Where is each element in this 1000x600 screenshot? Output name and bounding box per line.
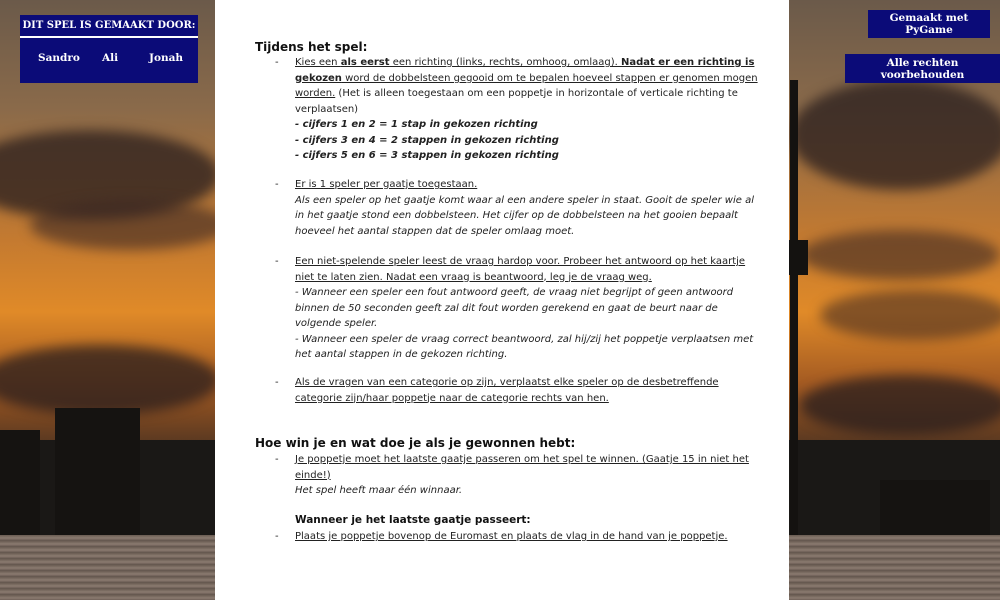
- rule-item-question: - Een niet-spelende speler leest de vraa…: [275, 254, 765, 363]
- rule-item-category: - Als de vragen van een categorie op zij…: [275, 375, 765, 406]
- section-title-how-to-win: Hoe win je en wat doe je als je gewonnen…: [255, 436, 576, 450]
- rule-euromast-main: Plaats je poppetje bovenop de Euromast e…: [295, 531, 728, 542]
- credits-panel: DIT SPEL IS GEMAAKT DOOR: Sandro Ali Jon…: [20, 15, 198, 83]
- rule-direction-text-2: als eerst: [340, 57, 390, 68]
- credits-divider: [20, 36, 198, 38]
- dice-rule-3: - cijfers 5 en 6 = 3 stappen in gekozen …: [295, 150, 559, 161]
- rule-question-right: - Wanneer een speler de vraag correct be…: [295, 333, 754, 361]
- credit-name-sandro: Sandro: [38, 52, 80, 64]
- rule-win-main: Je poppetje moet het laatste gaatje pass…: [295, 454, 749, 481]
- credits-title: DIT SPEL IS GEMAAKT DOOR:: [22, 20, 196, 31]
- rule-item-euromast: - Plaats je poppetje bovenop de Euromast…: [275, 529, 765, 545]
- rule-direction-text-3: een richting (links, rechts, omhoog, oml…: [389, 57, 621, 68]
- rule-win-detail: Het spel heeft maar één winnaar.: [295, 485, 463, 496]
- dice-rule-2: - cijfers 3 en 4 = 2 stappen in gekozen …: [295, 134, 559, 146]
- rule-question-main: Een niet-spelende speler leest de vraag …: [295, 256, 746, 283]
- rule-one-player-detail: Als een speler op het gaatje komt waar a…: [295, 194, 754, 237]
- rule-category-main: Als de vragen van een categorie op zijn,…: [295, 377, 719, 404]
- rule-one-player-main: Er is 1 speler per gaatje toegestaan.: [295, 179, 478, 190]
- rule-direction-text-6: (Het is alleen toegestaan om een poppetj…: [295, 88, 738, 115]
- dice-rule-1: - cijfers 1 en 2 = 1 stap in gekozen ric…: [295, 119, 538, 130]
- rule-item-one-player: - Er is 1 speler per gaatje toegestaan. …: [275, 177, 765, 239]
- rule-item-direction: - Kies een als eerst een richting (links…: [275, 55, 765, 164]
- rights-badge: Alle rechten voorbehouden: [845, 54, 1000, 83]
- section-title-during-game: Tijdens het spel:: [255, 40, 368, 54]
- rule-item-win: - Je poppetje moet het laatste gaatje pa…: [275, 452, 765, 499]
- pygame-badge: Gemaakt met PyGame: [868, 10, 990, 38]
- rules-document: Tijdens het spel: - Kies een als eerst e…: [215, 0, 789, 600]
- rule-question-wrong: - Wanneer een speler een fout antwoord g…: [295, 287, 734, 329]
- subsection-title-last-hole: Wanneer je het laatste gaatje passeert:: [295, 514, 531, 526]
- rule-direction-text-1: Kies een: [295, 57, 341, 68]
- credit-name-ali: Ali: [102, 52, 119, 64]
- credit-name-jonah: Jonah: [149, 52, 184, 64]
